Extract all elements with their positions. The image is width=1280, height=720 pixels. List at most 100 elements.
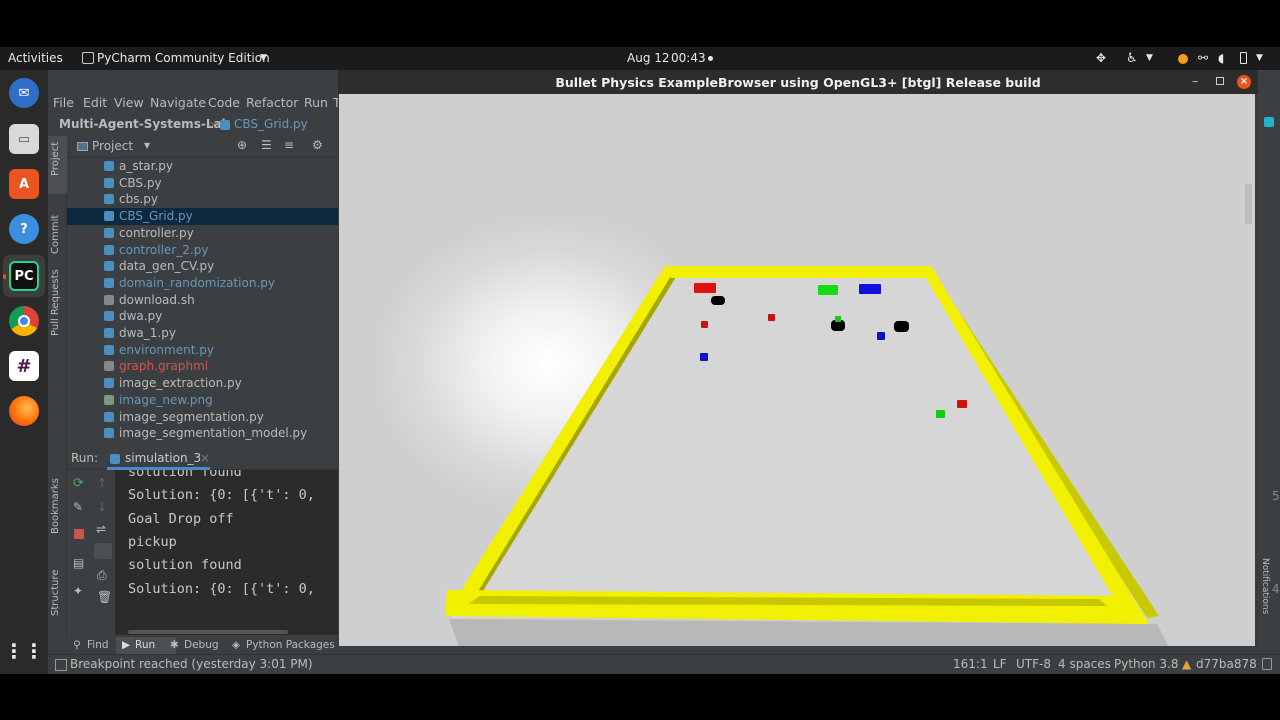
slack-icon[interactable]: # <box>9 351 39 381</box>
tree-item[interactable]: a_star.py <box>67 158 338 175</box>
app-grid-icon[interactable]: ⋮⋮ <box>4 636 44 666</box>
tab-structure[interactable]: Structure <box>50 569 61 616</box>
tree-item[interactable]: controller.py <box>67 225 338 242</box>
menu-navigate[interactable]: Navigate <box>150 95 206 110</box>
pycharm-icon[interactable]: PC <box>9 261 39 291</box>
tree-item-label: cbs.py <box>119 192 158 207</box>
tree-item[interactable]: image_segmentation_model.py <box>67 425 338 442</box>
rerun-icon[interactable]: ⟳ <box>73 476 84 491</box>
chrome-icon[interactable] <box>9 306 39 336</box>
tree-item[interactable]: controller_2.py <box>67 242 338 259</box>
accessibility-chevron-icon[interactable]: ▼ <box>1146 53 1153 63</box>
help-icon[interactable]: ? <box>9 214 39 244</box>
tree-item[interactable]: data_gen_CV.py <box>67 258 338 275</box>
wrench-icon[interactable]: ✎ <box>73 500 83 514</box>
bullet-title-bar[interactable]: Bullet Physics ExampleBrowser using Open… <box>338 70 1258 94</box>
app-menu[interactable]: PyCharm Community Edition <box>97 51 270 65</box>
tool-windows-icon[interactable] <box>55 659 67 671</box>
files-icon[interactable]: ▭ <box>9 124 39 154</box>
tree-item[interactable]: dwa_1.py <box>67 325 338 342</box>
lock-icon[interactable] <box>1262 658 1272 670</box>
volume-icon[interactable]: ◖ <box>1218 51 1224 65</box>
soft-wrap-icon[interactable]: ⇌ <box>96 522 106 536</box>
network-share-icon[interactable]: ✥ <box>1096 51 1106 65</box>
tab-commit[interactable]: Commit <box>50 215 61 254</box>
pin-icon[interactable]: ✦ <box>73 584 83 598</box>
tree-item[interactable]: download.sh <box>67 292 338 309</box>
tree-item[interactable]: image_new.png <box>67 392 338 409</box>
tab-notifications[interactable]: Notifications <box>1260 558 1270 614</box>
system-menu-chevron-icon[interactable]: ▼ <box>1256 53 1263 63</box>
python-interpreter[interactable]: Python 3.8 <box>1114 657 1179 671</box>
activities-button[interactable]: Activities <box>8 51 63 65</box>
app-menu-chevron-icon[interactable]: ▼ <box>260 53 267 63</box>
viewport-scrollbar[interactable] <box>1245 184 1252 224</box>
project-view-selector[interactable]: Project <box>92 139 133 153</box>
battery-icon[interactable] <box>1240 52 1247 64</box>
layout-icon[interactable]: ▤ <box>73 556 84 570</box>
tree-item[interactable]: environment.py <box>67 342 338 359</box>
file-icon <box>104 328 114 338</box>
thunderbird-icon[interactable]: ✉ <box>9 78 39 108</box>
menu-code[interactable]: Code <box>208 95 240 110</box>
menu-file[interactable]: File <box>53 95 74 110</box>
chevron-down-icon[interactable]: ▼ <box>144 141 150 150</box>
tree-item[interactable]: image_segmentation.py <box>67 409 338 426</box>
vcs-branch[interactable]: d77ba878 <box>1196 657 1257 671</box>
tab-find[interactable]: Find <box>87 639 109 651</box>
accessibility-icon[interactable]: ♿ <box>1126 51 1138 66</box>
pycharm-small-icon <box>82 52 94 64</box>
tree-item[interactable]: domain_randomization.py <box>67 275 338 292</box>
ai-assistant-icon[interactable] <box>1264 117 1274 127</box>
up-arrow-icon[interactable]: ↑ <box>97 476 107 490</box>
tree-item[interactable]: CBS.py <box>67 175 338 192</box>
trash-icon[interactable]: 🗑 <box>97 590 112 604</box>
maximize-icon[interactable] <box>1216 77 1224 85</box>
tree-item[interactable]: image_extraction.py <box>67 375 338 392</box>
tree-item[interactable]: graph.graphml <box>67 358 338 375</box>
software-icon[interactable]: A <box>9 169 39 199</box>
network-icon[interactable]: ⚯ <box>1198 51 1208 65</box>
scroll-to-end-toggle[interactable] <box>94 543 112 559</box>
indent-setting[interactable]: 4 spaces <box>1058 657 1111 671</box>
print-icon[interactable]: ⎙ <box>97 568 107 583</box>
status-indicator-icon[interactable] <box>1178 54 1188 64</box>
stop-icon[interactable] <box>74 529 84 539</box>
minimize-icon[interactable]: – <box>1192 73 1198 88</box>
menu-refactor[interactable]: Refactor <box>246 95 298 110</box>
firefox-icon[interactable] <box>9 396 39 426</box>
horizontal-scrollbar[interactable] <box>128 630 288 634</box>
tab-pull-requests[interactable]: Pull Requests <box>50 269 61 336</box>
simulation-viewport[interactable] <box>339 94 1255 646</box>
warning-icon: ▲ <box>1182 657 1192 671</box>
file-icon <box>104 411 114 422</box>
clock-date[interactable]: Aug 12 <box>627 51 670 65</box>
expand-all-icon[interactable]: ☰ <box>261 138 272 152</box>
tree-item[interactable]: CBS_Grid.py <box>67 208 338 225</box>
tab-bookmarks[interactable]: Bookmarks <box>50 478 61 534</box>
caret-position[interactable]: 161:1 <box>953 657 988 671</box>
locate-icon[interactable]: ⊕ <box>237 138 247 152</box>
down-arrow-icon[interactable]: ↓ <box>97 500 107 514</box>
breadcrumb-file[interactable]: CBS_Grid.py <box>234 117 308 131</box>
tab-run[interactable]: Run <box>135 639 155 651</box>
breadcrumb-project[interactable]: Multi-Agent-Systems-Lab <box>59 117 230 131</box>
gear-icon[interactable]: ⚙ <box>312 138 323 152</box>
collapse-all-icon[interactable]: ≡ <box>284 138 294 152</box>
console-output[interactable]: solution found Solution: {0: [{'t': 0, Goa… <box>115 470 338 635</box>
menu-view[interactable]: View <box>114 95 144 110</box>
console-line: solution found <box>128 557 242 574</box>
run-config-tab[interactable]: simulation_3 <box>125 451 201 465</box>
tree-item[interactable]: dwa.py <box>67 308 338 325</box>
tree-item[interactable]: cbs.py <box>67 191 338 208</box>
close-icon[interactable]: × <box>1237 75 1251 89</box>
tab-debug[interactable]: Debug <box>184 639 219 651</box>
tab-project[interactable]: Project <box>50 142 61 176</box>
clock-time[interactable]: 00:43 <box>671 51 706 65</box>
close-tab-icon[interactable]: × <box>200 451 210 465</box>
line-separator[interactable]: LF <box>993 657 1007 671</box>
menu-run[interactable]: Run <box>304 95 328 110</box>
tab-python-packages[interactable]: Python Packages <box>246 639 335 651</box>
menu-edit[interactable]: Edit <box>83 95 107 110</box>
file-encoding[interactable]: UTF-8 <box>1016 657 1051 671</box>
